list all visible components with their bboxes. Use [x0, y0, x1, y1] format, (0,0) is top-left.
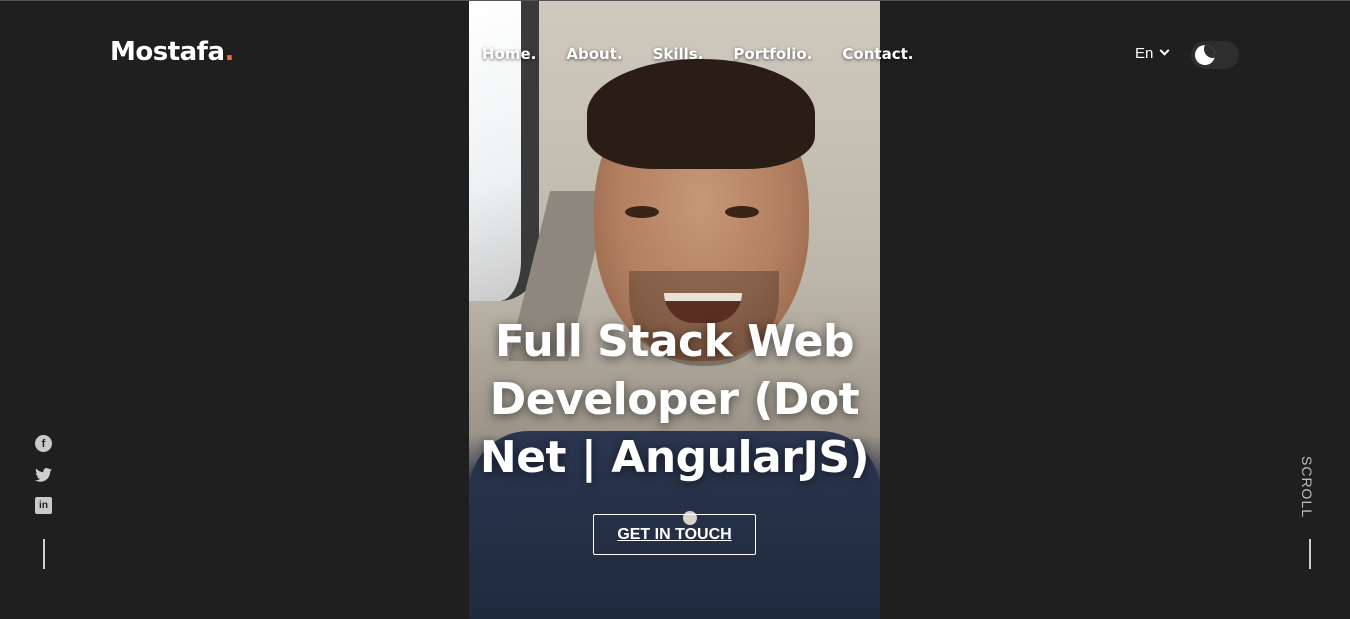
facebook-icon[interactable]: f [35, 435, 52, 452]
get-in-touch-button[interactable]: GET IN TOUCH [593, 514, 756, 555]
social-links: f in [35, 435, 52, 514]
nav-skills[interactable]: Skills. [653, 45, 704, 63]
site-logo[interactable]: Mostafa. [110, 37, 234, 67]
theme-toggle[interactable] [1191, 41, 1239, 69]
moon-icon [1195, 45, 1215, 65]
logo-text: Mostafa [110, 37, 225, 67]
chevron-down-icon [1159, 45, 1170, 56]
nav-about[interactable]: About. [566, 45, 622, 63]
nav-portfolio[interactable]: Portfolio. [733, 45, 812, 63]
main-nav: Home. About. Skills. Portfolio. Contact. [482, 45, 943, 63]
scroll-line [1309, 539, 1311, 569]
language-label: En [1135, 45, 1154, 62]
nav-contact[interactable]: Contact. [842, 45, 913, 63]
language-select[interactable]: En [1135, 45, 1170, 62]
right-eye [725, 206, 759, 218]
hair [587, 59, 815, 169]
twitter-icon[interactable] [35, 466, 52, 483]
left-eye [625, 206, 659, 218]
logo-dot: . [224, 37, 235, 67]
social-divider-line [43, 539, 45, 569]
scroll-indicator[interactable]: SCROLL [1299, 456, 1315, 518]
nav-home[interactable]: Home. [482, 45, 536, 63]
hero-title: Full Stack Web Developer (Dot Net | Angu… [479, 316, 870, 483]
linkedin-icon[interactable]: in [35, 497, 52, 514]
